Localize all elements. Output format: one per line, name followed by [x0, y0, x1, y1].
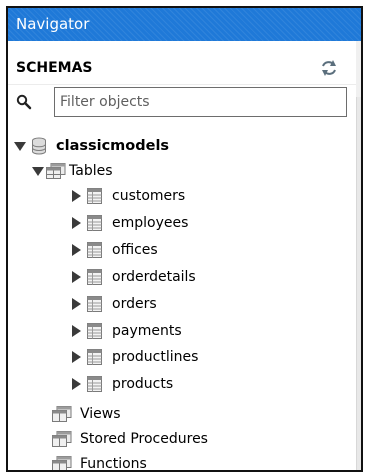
table-name: orderdetails	[112, 268, 196, 285]
tree-node-functions[interactable]: Functions	[52, 452, 147, 472]
side-strip	[356, 41, 361, 470]
tree-node-stored-procedures[interactable]: Stored Procedures	[52, 427, 208, 451]
table-icon	[87, 188, 102, 204]
schemas-heading: SCHEMAS	[16, 60, 93, 76]
panel-title: Navigator	[16, 15, 90, 33]
tree-node-schema[interactable]: classicmodels	[14, 134, 169, 158]
table-icon	[87, 241, 102, 258]
table-icon	[87, 295, 102, 312]
table-name: offices	[112, 241, 158, 258]
tables-label: Tables	[69, 163, 113, 179]
filter-objects-input[interactable]	[54, 87, 347, 117]
expand-right-icon[interactable]	[72, 243, 81, 256]
expand-right-icon[interactable]	[72, 297, 81, 310]
expand-right-icon[interactable]	[72, 378, 81, 391]
table-name: products	[112, 376, 174, 393]
views-label: Views	[80, 406, 121, 422]
refresh-icon[interactable]	[318, 58, 340, 78]
table-name: productlines	[112, 349, 199, 366]
tree-node-views[interactable]: Views	[52, 402, 121, 426]
table-icon	[87, 214, 102, 231]
navigator-panel: Navigator SCHEMAS classicmodels	[6, 6, 363, 472]
table-name: employees	[112, 214, 189, 231]
stored-procedures-label: Stored Procedures	[80, 431, 208, 447]
expand-right-icon[interactable]	[72, 324, 81, 337]
folder-function-icon	[52, 456, 72, 470]
navigator-title-bar[interactable]: Navigator	[8, 8, 361, 41]
expand-right-icon[interactable]	[72, 190, 81, 202]
table-row[interactable]: payments	[72, 319, 182, 343]
table-row[interactable]: orderdetails	[72, 265, 196, 289]
side-strip-top	[356, 41, 361, 97]
table-name: payments	[112, 322, 182, 339]
expand-right-icon[interactable]	[72, 270, 81, 283]
table-row[interactable]: offices	[72, 238, 158, 262]
expand-right-icon[interactable]	[72, 351, 81, 364]
table-icon	[87, 349, 102, 366]
expand-down-icon[interactable]	[14, 141, 26, 151]
database-icon	[32, 137, 46, 155]
table-row[interactable]: productlines	[72, 345, 198, 369]
table-row[interactable]: orders	[72, 292, 157, 316]
table-row[interactable]: employees	[72, 211, 188, 235]
table-row[interactable]: products	[72, 372, 173, 396]
expand-down-icon[interactable]	[32, 166, 44, 176]
divider	[8, 84, 356, 85]
expand-right-icon[interactable]	[72, 216, 81, 229]
table-row[interactable]: customers	[72, 184, 185, 208]
folder-table-icon	[46, 163, 66, 179]
functions-label: Functions	[80, 456, 147, 472]
table-icon	[87, 268, 102, 285]
folder-procedure-icon	[52, 431, 72, 447]
search-icon	[16, 94, 32, 110]
folder-view-icon	[52, 406, 72, 422]
schema-name: classicmodels	[56, 138, 170, 154]
table-icon	[87, 322, 102, 339]
table-name: customers	[112, 188, 186, 204]
table-name: orders	[112, 295, 157, 312]
table-icon	[87, 376, 102, 393]
tree-node-tables[interactable]: Tables	[32, 159, 113, 183]
